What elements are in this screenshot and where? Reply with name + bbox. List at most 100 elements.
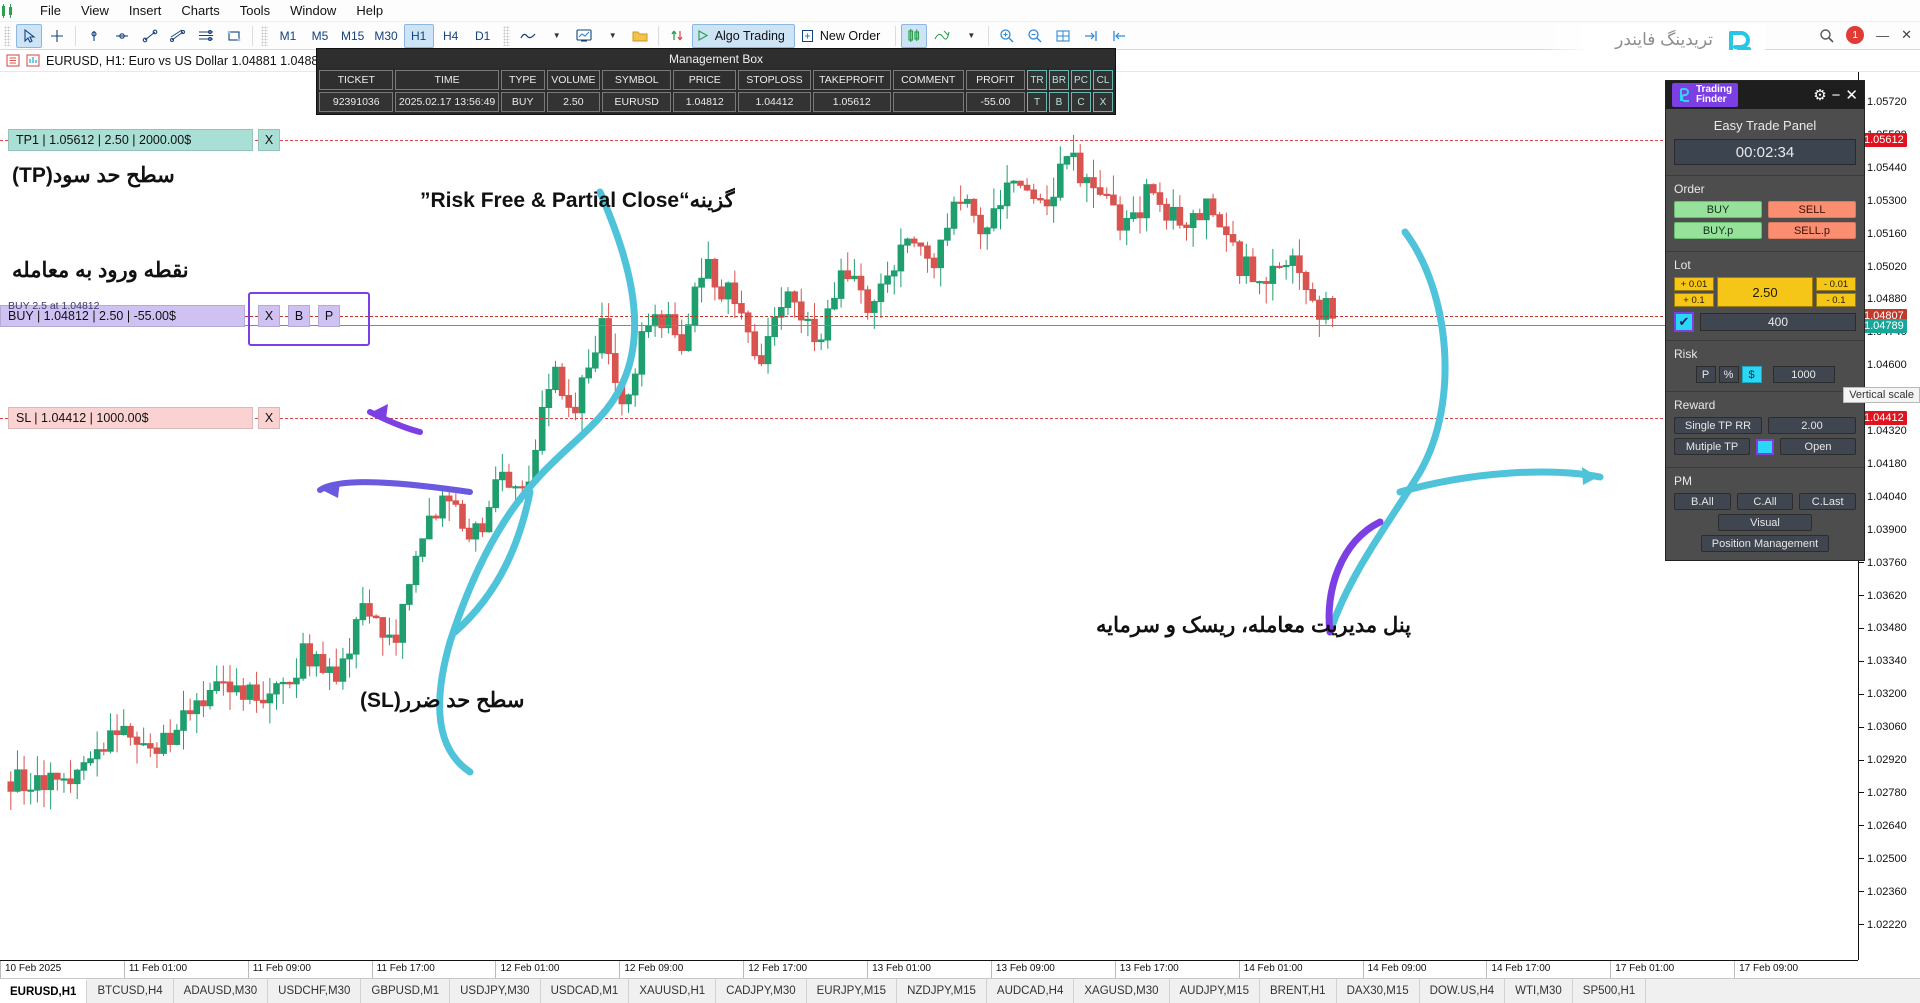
indicators-icon[interactable] [571, 24, 597, 48]
position-management-button[interactable]: Position Management [1701, 535, 1829, 552]
timeframe-d1[interactable]: D1 [468, 24, 498, 48]
algo-trading-button[interactable]: Algo Trading [691, 23, 795, 48]
fibonacci-icon[interactable] [193, 24, 219, 48]
menu-view[interactable]: View [71, 1, 119, 20]
chart-tab[interactable]: AUDJPY,M15 [1170, 979, 1260, 1003]
button-partialclose[interactable]: C [1071, 92, 1091, 112]
chart-tab[interactable]: GBPUSD,M1 [361, 979, 451, 1003]
buy-button[interactable]: BUY [1674, 201, 1762, 218]
notification-badge[interactable]: 1 [1846, 26, 1865, 44]
timeframe-grip[interactable] [261, 25, 268, 46]
chart-tab[interactable]: DOW.US,H4 [1420, 979, 1506, 1003]
candlestick-icon[interactable] [901, 23, 928, 48]
chart-tab[interactable]: WTI,M30 [1505, 979, 1573, 1003]
risk-mode-percent[interactable]: % [1718, 366, 1739, 383]
button-trailing[interactable]: T [1027, 92, 1047, 112]
objects-icon[interactable] [929, 24, 955, 48]
chart-tab[interactable]: NZDJPY,M15 [897, 979, 987, 1003]
horizontal-line-icon[interactable] [109, 24, 135, 48]
shapes-icon[interactable] [221, 24, 247, 48]
panel-titlebar[interactable]: Trading Finder ⚙ − ✕ [1666, 81, 1864, 109]
stop-loss-tag[interactable]: SL | 1.04412 | 1000.00$ [8, 407, 253, 429]
minimize-icon[interactable]: — [1876, 28, 1889, 43]
buy-pending-button[interactable]: BUY.p [1674, 222, 1762, 239]
risk-value[interactable]: 1000 [1772, 366, 1835, 383]
management-box[interactable]: Management Box TICKET 92391036 TIME 2025… [316, 48, 1116, 115]
chart-tab[interactable]: CADJPY,M30 [716, 979, 807, 1003]
chart-tab[interactable]: XAUUSD,H1 [629, 979, 717, 1003]
take-profit-close-button[interactable]: X [258, 129, 280, 151]
take-profit-tag[interactable]: TP1 | 1.05612 | 2.50 | 2000.00$ [8, 129, 253, 151]
chart-tab[interactable]: EURUSD,H1 [0, 979, 88, 1003]
chart-tab[interactable]: BRENT,H1 [1260, 979, 1337, 1003]
menu-help[interactable]: Help [346, 1, 393, 20]
lot-minus-small-button[interactable]: - 0.01 [1816, 277, 1856, 291]
partial-close-button[interactable]: P [318, 305, 340, 327]
multiple-tp-button[interactable]: Mutiple TP [1674, 438, 1750, 455]
chart-tab[interactable]: USDCAD,M1 [541, 979, 630, 1003]
chart-data-icon[interactable] [26, 54, 40, 67]
close-all-button[interactable]: C.All [1736, 493, 1794, 510]
sell-pending-button[interactable]: SELL.p [1768, 222, 1856, 239]
chart-tab[interactable]: SP500,H1 [1573, 979, 1647, 1003]
break-even-all-button[interactable]: B.All [1674, 493, 1731, 510]
cursor-icon[interactable] [16, 23, 42, 48]
grid-icon[interactable] [1050, 24, 1076, 48]
chart-back-icon[interactable] [1106, 24, 1132, 48]
visual-button[interactable]: Visual [1717, 514, 1813, 531]
chart-tab[interactable]: DAX30,M15 [1337, 979, 1420, 1003]
button-breakeven[interactable]: B [1049, 92, 1069, 112]
lot-plus-small-button[interactable]: + 0.01 [1674, 277, 1714, 291]
close-last-button[interactable]: C.Last [1799, 493, 1857, 510]
chart-properties-icon[interactable] [6, 54, 20, 67]
search-icon[interactable] [1819, 28, 1834, 43]
crosshair-icon[interactable] [44, 24, 70, 48]
chart-tab[interactable]: USDJPY,M30 [450, 979, 541, 1003]
menu-file[interactable]: File [30, 1, 71, 20]
chart-tab[interactable]: EURJPY,M15 [807, 979, 898, 1003]
timeframe-m5[interactable]: M5 [305, 24, 335, 48]
menu-tools[interactable]: Tools [230, 1, 280, 20]
templates-folder-icon[interactable] [627, 24, 653, 48]
minimize-icon[interactable]: − [1832, 87, 1841, 104]
timeframe-h4[interactable]: H4 [436, 24, 466, 48]
lot-points-value[interactable]: 400 [1700, 313, 1856, 331]
timeframe-m1[interactable]: M1 [273, 24, 303, 48]
lot-minus-big-button[interactable]: - 0.1 [1816, 293, 1856, 307]
chart-tab[interactable]: BTCUSD,H4 [87, 979, 174, 1003]
chart-tab[interactable]: USDCHF,M30 [268, 979, 362, 1003]
easy-trade-panel[interactable]: Trading Finder ⚙ − ✕ Easy Trade Panel 00… [1665, 80, 1865, 561]
lot-value[interactable]: 2.50 [1717, 277, 1813, 307]
single-tp-rr-value[interactable]: 2.00 [1768, 417, 1856, 434]
sell-button[interactable]: SELL [1768, 201, 1856, 218]
zoom-out-icon[interactable] [1022, 24, 1048, 48]
single-tp-rr-button[interactable]: Single TP RR [1674, 417, 1762, 434]
gear-icon[interactable]: ⚙ [1813, 86, 1826, 104]
chart-tab[interactable]: XAGUSD,M30 [1074, 979, 1170, 1003]
chart-tab[interactable]: ADAUSD,M30 [174, 979, 269, 1003]
lot-plus-big-button[interactable]: + 0.1 [1674, 293, 1714, 307]
price-axis[interactable]: 1.057201.055801.054401.053001.051601.050… [1858, 72, 1920, 960]
timeframe-h1[interactable]: H1 [403, 23, 434, 48]
new-order-button[interactable]: New Order [797, 24, 890, 48]
channel-icon[interactable] [165, 24, 191, 48]
objects-dropdown[interactable]: ▼ [957, 24, 983, 48]
vertical-line-icon[interactable] [81, 24, 107, 48]
entry-close-button[interactable]: X [258, 305, 280, 327]
chart-type-dropdown[interactable]: ▼ [543, 24, 569, 48]
risk-mode-currency[interactable]: $ [1741, 366, 1762, 383]
toolbar-grip[interactable] [4, 25, 11, 46]
menu-charts[interactable]: Charts [171, 1, 229, 20]
menu-window[interactable]: Window [280, 1, 346, 20]
trendline-icon[interactable] [137, 24, 163, 48]
tp-color-swatch[interactable] [1756, 438, 1774, 455]
chart-tools-grip[interactable] [502, 25, 510, 46]
open-button[interactable]: Open [1780, 438, 1856, 455]
line-chart-icon[interactable] [515, 24, 541, 48]
chart-canvas[interactable] [0, 72, 1858, 960]
zoom-in-icon[interactable] [994, 24, 1020, 48]
button-close-position[interactable]: X [1093, 92, 1113, 112]
chart-tab[interactable]: AUDCAD,H4 [987, 979, 1075, 1003]
chart-shift-icon[interactable] [1078, 24, 1104, 48]
risk-mode-points[interactable]: P [1695, 366, 1716, 383]
